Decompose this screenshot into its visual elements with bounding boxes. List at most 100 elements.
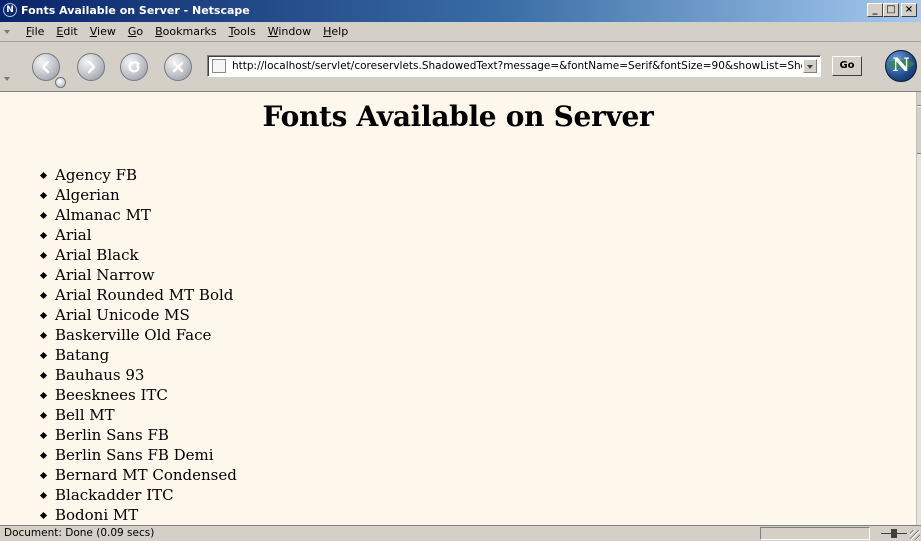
font-name: Bodoni MT <box>55 506 139 524</box>
forward-icon <box>87 60 96 74</box>
bullet-icon <box>39 331 48 340</box>
menu-bookmarks-rest: ookmarks <box>162 25 217 38</box>
online-plug-icon[interactable] <box>881 529 907 538</box>
bullet-icon <box>39 511 48 520</box>
page-title: Fonts Available on Server <box>262 100 654 133</box>
bullet-icon <box>39 171 48 180</box>
url-field[interactable]: http://localhost/servlet/coreservlets.Sh… <box>207 55 821 77</box>
list-item: Bodoni MT <box>39 505 237 525</box>
close-button[interactable]: × <box>901 3 917 17</box>
toolbar-grip-icon[interactable] <box>4 77 10 81</box>
window-title: Fonts Available on Server - Netscape <box>21 4 250 17</box>
list-item: Agency FB <box>39 165 237 185</box>
font-name: Bernard MT Condensed <box>55 466 237 484</box>
go-button[interactable]: Go <box>832 56 862 76</box>
list-item: Arial Narrow <box>39 265 237 285</box>
page-proxy-icon[interactable] <box>212 59 226 73</box>
title-bar[interactable]: N Fonts Available on Server - Netscape _… <box>0 0 921 22</box>
font-name: Blackadder ITC <box>55 486 174 504</box>
url-history-dropdown[interactable] <box>803 59 817 73</box>
bullet-icon <box>39 251 48 260</box>
resize-grip-icon[interactable] <box>910 530 920 540</box>
menu-help[interactable]: Help <box>317 25 354 38</box>
menu-bookmarks[interactable]: Bookmarks <box>149 25 222 38</box>
bullet-icon <box>39 491 48 500</box>
status-bar: Document: Done (0.09 secs) <box>0 525 921 541</box>
back-button[interactable] <box>32 53 60 81</box>
list-item: Algerian <box>39 185 237 205</box>
list-item: Bernard MT Condensed <box>39 465 237 485</box>
bullet-icon <box>39 411 48 420</box>
menu-file[interactable]: File <box>20 25 50 38</box>
font-name: Berlin Sans FB <box>55 426 169 444</box>
menu-file-rest: ile <box>31 25 45 38</box>
font-list: Agency FB Algerian Almanac MT Arial Aria… <box>39 165 237 525</box>
scroll-up-arrow[interactable] <box>917 92 921 106</box>
menu-edit[interactable]: Edit <box>50 25 83 38</box>
list-item: Arial <box>39 225 237 245</box>
list-item: Arial Unicode MS <box>39 305 237 325</box>
menu-help-rest: elp <box>331 25 349 38</box>
bullet-icon <box>39 311 48 320</box>
status-text: Document: Done (0.09 secs) <box>4 527 155 539</box>
menubar-grip-icon[interactable] <box>4 30 10 36</box>
bullet-icon <box>39 191 48 200</box>
list-item: Baskerville Old Face <box>39 325 237 345</box>
bullet-icon <box>39 371 48 380</box>
list-item: Arial Black <box>39 245 237 265</box>
menu-items: File Edit View Go Bookmarks Tools Window… <box>20 25 354 38</box>
menu-window-accel: W <box>267 25 279 38</box>
vertical-scrollbar[interactable] <box>916 92 921 525</box>
bullet-icon <box>39 391 48 400</box>
menu-bookmarks-accel: B <box>155 25 163 38</box>
font-name: Berlin Sans FB Demi <box>55 446 214 464</box>
menu-go[interactable]: Go <box>122 25 149 38</box>
bullet-icon <box>39 271 48 280</box>
reload-icon <box>128 61 140 73</box>
list-item: Berlin Sans FB Demi <box>39 445 237 465</box>
bullet-icon <box>39 431 48 440</box>
list-item: Batang <box>39 345 237 365</box>
menu-window[interactable]: Window <box>262 25 317 38</box>
bullet-icon <box>39 471 48 480</box>
stop-button[interactable] <box>164 53 192 81</box>
maximize-button[interactable]: □ <box>883 3 899 17</box>
menu-tools[interactable]: Tools <box>223 25 262 38</box>
status-progress-panel <box>760 527 870 540</box>
back-history-dropdown[interactable] <box>55 77 66 88</box>
list-item: Bauhaus 93 <box>39 365 237 385</box>
back-icon <box>41 60 50 74</box>
url-text[interactable]: http://localhost/servlet/coreservlets.Sh… <box>232 60 802 72</box>
page-content: Fonts Available on Server Agency FB Alge… <box>0 92 916 525</box>
bullet-icon <box>39 211 48 220</box>
menu-edit-rest: dit <box>63 25 78 38</box>
font-name: Bauhaus 93 <box>55 366 145 384</box>
font-name: Agency FB <box>55 166 138 184</box>
menu-window-rest: indow <box>278 25 312 38</box>
bullet-icon <box>39 451 48 460</box>
menu-view-rest: iew <box>97 25 116 38</box>
scroll-thumb[interactable] <box>917 106 921 154</box>
reload-button[interactable] <box>120 53 148 81</box>
menu-bar: File Edit View Go Bookmarks Tools Window… <box>0 22 921 42</box>
menu-view-accel: V <box>89 25 98 38</box>
list-item: Almanac MT <box>39 205 237 225</box>
font-name: Baskerville Old Face <box>55 326 212 344</box>
minimize-button[interactable]: _ <box>867 3 883 17</box>
netscape-logo-icon[interactable]: N <box>885 50 917 82</box>
app-icon-letter: N <box>6 5 14 15</box>
forward-button[interactable] <box>77 53 105 81</box>
list-item: Arial Rounded MT Bold <box>39 285 237 305</box>
menu-tools-rest: ools <box>233 25 256 38</box>
menu-view[interactable]: View <box>84 25 122 38</box>
font-name: Batang <box>55 346 110 364</box>
font-name: Arial Unicode MS <box>55 306 190 324</box>
stop-icon <box>172 61 184 73</box>
logo-letter: N <box>892 54 910 76</box>
font-name: Arial <box>55 226 92 244</box>
window-controls: _ □ × <box>861 3 921 19</box>
list-item: Berlin Sans FB <box>39 425 237 445</box>
font-name: Bell MT <box>55 406 115 424</box>
bullet-icon <box>39 291 48 300</box>
font-name: Arial Narrow <box>55 266 155 284</box>
